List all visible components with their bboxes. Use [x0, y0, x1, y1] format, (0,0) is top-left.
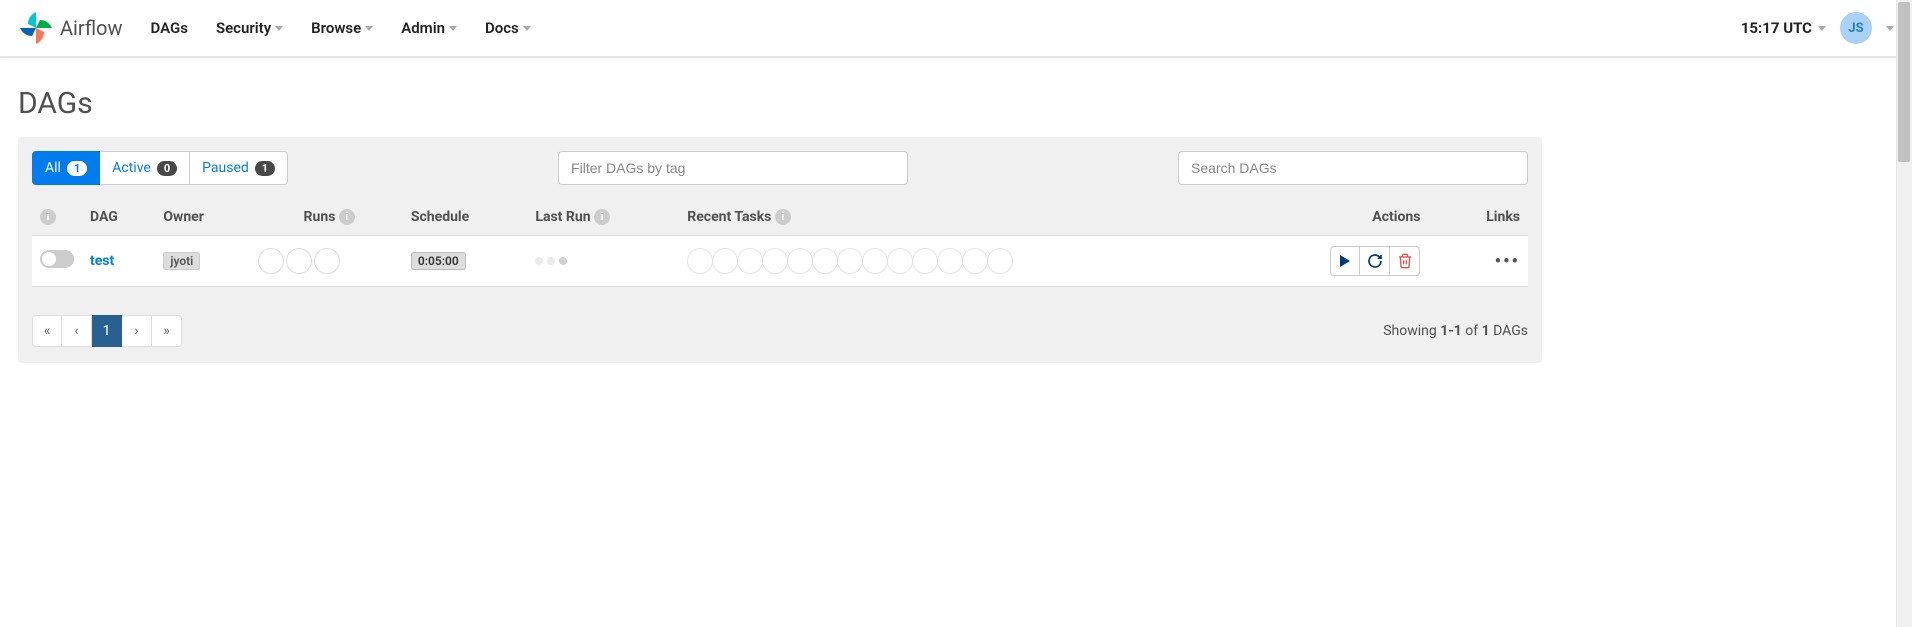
- clock[interactable]: 15:17 UTC: [1741, 19, 1826, 37]
- airflow-logo-icon: [18, 10, 54, 46]
- chevron-down-icon: [365, 26, 373, 31]
- pause-toggle[interactable]: [40, 250, 74, 268]
- filter-row: All 1 Active 0 Paused 1: [32, 151, 1528, 185]
- filter-all-button[interactable]: All 1: [32, 151, 100, 185]
- info-icon[interactable]: i: [40, 209, 56, 225]
- col-actions: Actions: [1251, 199, 1429, 236]
- status-filter-group: All 1 Active 0 Paused 1: [32, 151, 288, 185]
- refresh-dag-button[interactable]: [1360, 246, 1390, 276]
- last-run-loading: [535, 257, 671, 265]
- page-next-button[interactable]: ›: [122, 315, 152, 347]
- task-circle[interactable]: [837, 248, 863, 274]
- trigger-dag-button[interactable]: [1330, 246, 1360, 276]
- page-last-button[interactable]: »: [152, 315, 182, 347]
- actions-group: [1259, 246, 1421, 276]
- user-avatar[interactable]: JS: [1840, 12, 1872, 44]
- dags-table: i DAG Owner Runs i Schedule Last Run i R…: [32, 199, 1528, 287]
- col-links: Links: [1428, 199, 1528, 236]
- task-circle[interactable]: [737, 248, 763, 274]
- run-circle[interactable]: [258, 248, 284, 274]
- scrollbar[interactable]: [1896, 0, 1912, 627]
- task-circle[interactable]: [812, 248, 838, 274]
- chevron-down-icon: [1818, 26, 1826, 31]
- task-circle[interactable]: [762, 248, 788, 274]
- delete-dag-button[interactable]: [1390, 246, 1420, 276]
- info-icon[interactable]: i: [594, 209, 610, 225]
- nav-right: 15:17 UTC JS: [1741, 12, 1894, 44]
- dag-link[interactable]: test: [90, 253, 114, 269]
- dot-icon: [547, 257, 555, 265]
- col-last-run: Last Run: [535, 209, 590, 225]
- task-circle[interactable]: [962, 248, 988, 274]
- dot-icon: [535, 257, 543, 265]
- filter-paused-count: 1: [255, 161, 275, 176]
- page-body: DAGs All 1 Active 0 Paused 1: [0, 58, 1560, 381]
- filter-paused-button[interactable]: Paused 1: [190, 151, 288, 185]
- runs-container: [258, 248, 395, 274]
- task-circle[interactable]: [987, 248, 1013, 274]
- task-circle[interactable]: [887, 248, 913, 274]
- recent-tasks-container: [687, 248, 1242, 274]
- page-current-button[interactable]: 1: [92, 315, 122, 347]
- task-circle[interactable]: [912, 248, 938, 274]
- nav-browse[interactable]: Browse: [311, 19, 373, 37]
- task-circle[interactable]: [712, 248, 738, 274]
- play-icon: [1340, 255, 1350, 267]
- col-dag: DAG: [82, 199, 155, 236]
- nav-security[interactable]: Security: [216, 19, 283, 37]
- filter-all-count: 1: [67, 161, 87, 176]
- col-runs: Runs: [304, 209, 336, 225]
- brand-name: Airflow: [60, 16, 122, 40]
- page-first-button[interactable]: «: [32, 315, 62, 347]
- trash-icon: [1397, 253, 1413, 269]
- nav-docs[interactable]: Docs: [485, 19, 531, 37]
- page-title: DAGs: [18, 86, 1542, 121]
- brand[interactable]: Airflow: [18, 10, 122, 46]
- filter-active-count: 0: [157, 161, 177, 176]
- pagination: « ‹ 1 › »: [32, 315, 182, 347]
- nav-dags[interactable]: DAGs: [150, 19, 187, 37]
- task-circle[interactable]: [937, 248, 963, 274]
- owner-chip[interactable]: jyoti: [163, 252, 200, 270]
- col-recent-tasks: Recent Tasks: [687, 209, 771, 225]
- task-circle[interactable]: [862, 248, 888, 274]
- chevron-down-icon[interactable]: [1886, 26, 1894, 31]
- filter-tags-input[interactable]: [558, 151, 908, 185]
- task-circle[interactable]: [687, 248, 713, 274]
- table-row: test jyoti 0:05:00: [32, 236, 1528, 287]
- nav-left: Airflow DAGs Security Browse Admin Docs: [18, 10, 531, 46]
- info-icon[interactable]: i: [775, 209, 791, 225]
- chevron-down-icon: [275, 26, 283, 31]
- filter-active-button[interactable]: Active 0: [100, 151, 190, 185]
- info-icon[interactable]: i: [339, 209, 355, 225]
- refresh-icon: [1367, 253, 1383, 269]
- run-circle[interactable]: [286, 248, 312, 274]
- top-navbar: Airflow DAGs Security Browse Admin Docs …: [0, 0, 1912, 58]
- scrollbar-thumb[interactable]: [1898, 2, 1910, 162]
- search-dags-input[interactable]: [1178, 151, 1528, 185]
- col-schedule: Schedule: [403, 199, 528, 236]
- col-owner: Owner: [155, 199, 250, 236]
- nav-admin[interactable]: Admin: [401, 19, 457, 37]
- run-circle[interactable]: [314, 248, 340, 274]
- showing-text: Showing 1-1 of 1 DAGs: [1383, 323, 1528, 339]
- chevron-down-icon: [523, 26, 531, 31]
- page-prev-button[interactable]: ‹: [62, 315, 92, 347]
- task-circle[interactable]: [787, 248, 813, 274]
- links-menu-button[interactable]: •••: [1477, 251, 1520, 272]
- schedule-chip[interactable]: 0:05:00: [411, 252, 466, 270]
- chevron-down-icon: [449, 26, 457, 31]
- table-footer: « ‹ 1 › » Showing 1-1 of 1 DAGs: [32, 315, 1528, 347]
- dags-panel: All 1 Active 0 Paused 1 i: [18, 137, 1542, 363]
- dot-icon: [559, 257, 567, 265]
